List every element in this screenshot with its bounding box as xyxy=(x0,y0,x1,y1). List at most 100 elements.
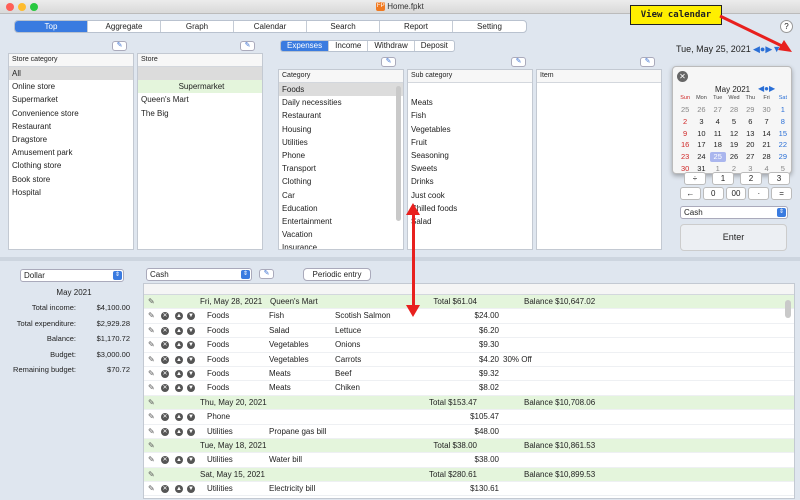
previous-day-icon[interactable]: ◀ xyxy=(753,44,760,54)
move-down-icon[interactable]: ▼ xyxy=(187,341,195,350)
key-3[interactable]: 3 xyxy=(768,172,790,185)
delete-entry-icon[interactable]: ✕ xyxy=(161,326,169,335)
calendar-day[interactable]: 1 xyxy=(775,105,791,115)
store-category-item[interactable]: Convenience store xyxy=(9,107,133,120)
calendar-day[interactable]: 10 xyxy=(693,129,709,139)
key-0[interactable]: 0 xyxy=(702,187,724,200)
move-up-icon[interactable]: ▲ xyxy=(175,355,183,364)
edit-entry-icon[interactable]: ✎ xyxy=(148,295,155,309)
currency-select[interactable]: Dollar ⇕ xyxy=(20,269,124,282)
category-item[interactable]: Vacation xyxy=(279,228,403,241)
calendar-day[interactable]: 13 xyxy=(742,129,758,139)
calendar-day[interactable]: 23 xyxy=(677,152,693,162)
move-down-icon[interactable]: ▼ xyxy=(187,369,195,378)
move-down-icon[interactable]: ▼ xyxy=(187,355,195,364)
periodic-entry-button[interactable]: Periodic entry xyxy=(303,268,371,281)
calendar-day[interactable]: 17 xyxy=(693,140,709,150)
calendar-day[interactable]: 19 xyxy=(726,140,742,150)
category-item[interactable]: Phone xyxy=(279,149,403,162)
delete-entry-icon[interactable]: ✕ xyxy=(161,355,169,364)
calendar-day[interactable]: 11 xyxy=(710,129,726,139)
move-up-icon[interactable]: ▲ xyxy=(175,341,183,350)
ledger-entry-row[interactable]: ✎ ✕ ▲ ▼ Foods Vegetables Onions $9.30 xyxy=(144,338,794,353)
subcategory-item[interactable]: Salad xyxy=(408,215,532,228)
edit-store-category-button[interactable]: ✎ xyxy=(112,41,127,51)
calendar-day[interactable]: 8 xyxy=(775,117,791,127)
tab-top[interactable]: Top xyxy=(15,21,88,32)
delete-entry-icon[interactable]: ✕ xyxy=(161,427,169,436)
ledger-day-row[interactable]: ✎ Tue, May 18, 2021 Total $38.00 Balance $1… xyxy=(144,438,794,454)
calendar-day[interactable]: 21 xyxy=(758,140,774,150)
delete-entry-icon[interactable]: ✕ xyxy=(161,485,169,494)
subcategory-item[interactable]: Drinks xyxy=(408,175,532,188)
calendar-day[interactable]: 27 xyxy=(710,105,726,115)
backspace-key[interactable]: ← xyxy=(680,187,701,200)
calendar-day[interactable]: 30 xyxy=(758,105,774,115)
edit-entry-icon[interactable]: ✎ xyxy=(148,367,155,381)
calendar-day[interactable]: 3 xyxy=(693,117,709,127)
move-up-icon[interactable]: ▲ xyxy=(175,456,183,465)
subcategory-item[interactable]: Seasoning xyxy=(408,149,532,162)
store-category-item[interactable]: Book store xyxy=(9,173,133,186)
store-item[interactable]: The Big xyxy=(138,107,262,120)
store-category-item[interactable]: Amusement park xyxy=(9,146,133,159)
edit-entry-icon[interactable]: ✎ xyxy=(148,353,155,367)
subcategory-item[interactable]: Vegetables xyxy=(408,123,532,136)
category-scrollbar[interactable] xyxy=(396,86,401,221)
store-category-item[interactable]: Dragstore xyxy=(9,133,133,146)
delete-entry-icon[interactable]: ✕ xyxy=(161,384,169,393)
ledger-entry-row[interactable]: ✎ ✕ ▲ ▼ Foods Fish Scotish Salmon $24.00 xyxy=(144,309,794,324)
move-down-icon[interactable]: ▼ xyxy=(187,456,195,465)
subcategory-item[interactable]: Fish xyxy=(408,109,532,122)
ledger-entry-row[interactable]: ✎ ✕ ▲ ▼ Foods Vegetables Carrots $4.20 30% Off xyxy=(144,353,794,367)
category-item[interactable]: Education xyxy=(279,202,403,215)
edit-entry-icon[interactable]: ✎ xyxy=(148,410,155,424)
calendar-day[interactable]: 27 xyxy=(742,152,758,162)
subcategory-item[interactable] xyxy=(408,83,532,96)
tab-calendar[interactable]: Calendar xyxy=(234,21,307,32)
category-item[interactable]: Daily necessities xyxy=(279,96,403,109)
calendar-day[interactable]: 7 xyxy=(758,117,774,127)
key-00[interactable]: 00 xyxy=(725,187,747,200)
store-category-item[interactable]: Online store xyxy=(9,80,133,93)
tab-aggregate[interactable]: Aggregate xyxy=(88,21,161,32)
calendar-day[interactable]: 28 xyxy=(726,105,742,115)
edit-entry-icon[interactable]: ✎ xyxy=(148,381,155,395)
store-category-item[interactable]: Hospital xyxy=(9,186,133,199)
edit-entry-icon[interactable]: ✎ xyxy=(148,338,155,352)
edit-item-button[interactable]: ✎ xyxy=(640,57,655,67)
divide-key[interactable]: ÷ xyxy=(684,172,706,185)
category-item[interactable]: Entertainment xyxy=(279,215,403,228)
edit-entry-icon[interactable]: ✎ xyxy=(148,482,155,496)
tab-setting[interactable]: Setting xyxy=(453,21,526,32)
calendar-day[interactable]: 16 xyxy=(677,140,693,150)
edit-entry-icon[interactable]: ✎ xyxy=(148,453,155,467)
edit-entry-icon[interactable]: ✎ xyxy=(148,309,155,323)
delete-entry-icon[interactable]: ✕ xyxy=(161,456,169,465)
edit-account-button[interactable]: ✎ xyxy=(259,269,274,279)
move-down-icon[interactable]: ▼ xyxy=(187,312,195,321)
calendar-day[interactable]: 24 xyxy=(693,152,709,162)
delete-entry-icon[interactable]: ✕ xyxy=(161,413,169,422)
edit-entry-icon[interactable]: ✎ xyxy=(148,425,155,439)
close-calendar-icon[interactable]: ✕ xyxy=(677,71,688,82)
ledger-entry-row[interactable]: ✎ ✕ ▲ ▼ Foods Meats Chiken $8.02 xyxy=(144,381,794,396)
tab-withdraw[interactable]: Withdraw xyxy=(368,41,415,51)
edit-entry-icon[interactable]: ✎ xyxy=(148,439,155,453)
split-divider[interactable] xyxy=(0,257,800,261)
date-label[interactable]: Tue, May 25, 2021 xyxy=(676,44,751,54)
delete-entry-icon[interactable]: ✕ xyxy=(161,341,169,350)
calendar-day[interactable]: 25 xyxy=(709,152,726,162)
edit-entry-icon[interactable]: ✎ xyxy=(148,324,155,338)
calendar-day[interactable]: 4 xyxy=(710,117,726,127)
move-down-icon[interactable]: ▼ xyxy=(187,326,195,335)
move-up-icon[interactable]: ▲ xyxy=(175,369,183,378)
store-item[interactable] xyxy=(138,67,262,81)
ledger-entry-row[interactable]: ✎ ✕ ▲ ▼ Utilities Propane gas bill $48.00 xyxy=(144,425,794,439)
calendar-day[interactable]: 15 xyxy=(775,129,791,139)
move-up-icon[interactable]: ▲ xyxy=(175,427,183,436)
calendar-day[interactable]: 29 xyxy=(742,105,758,115)
ledger-entry-row[interactable]: ✎ ✕ ▲ ▼ Utilities Electricity bill $130.61 xyxy=(144,482,794,497)
calendar-day[interactable]: 22 xyxy=(775,140,791,150)
tab-report[interactable]: Report xyxy=(380,21,453,32)
